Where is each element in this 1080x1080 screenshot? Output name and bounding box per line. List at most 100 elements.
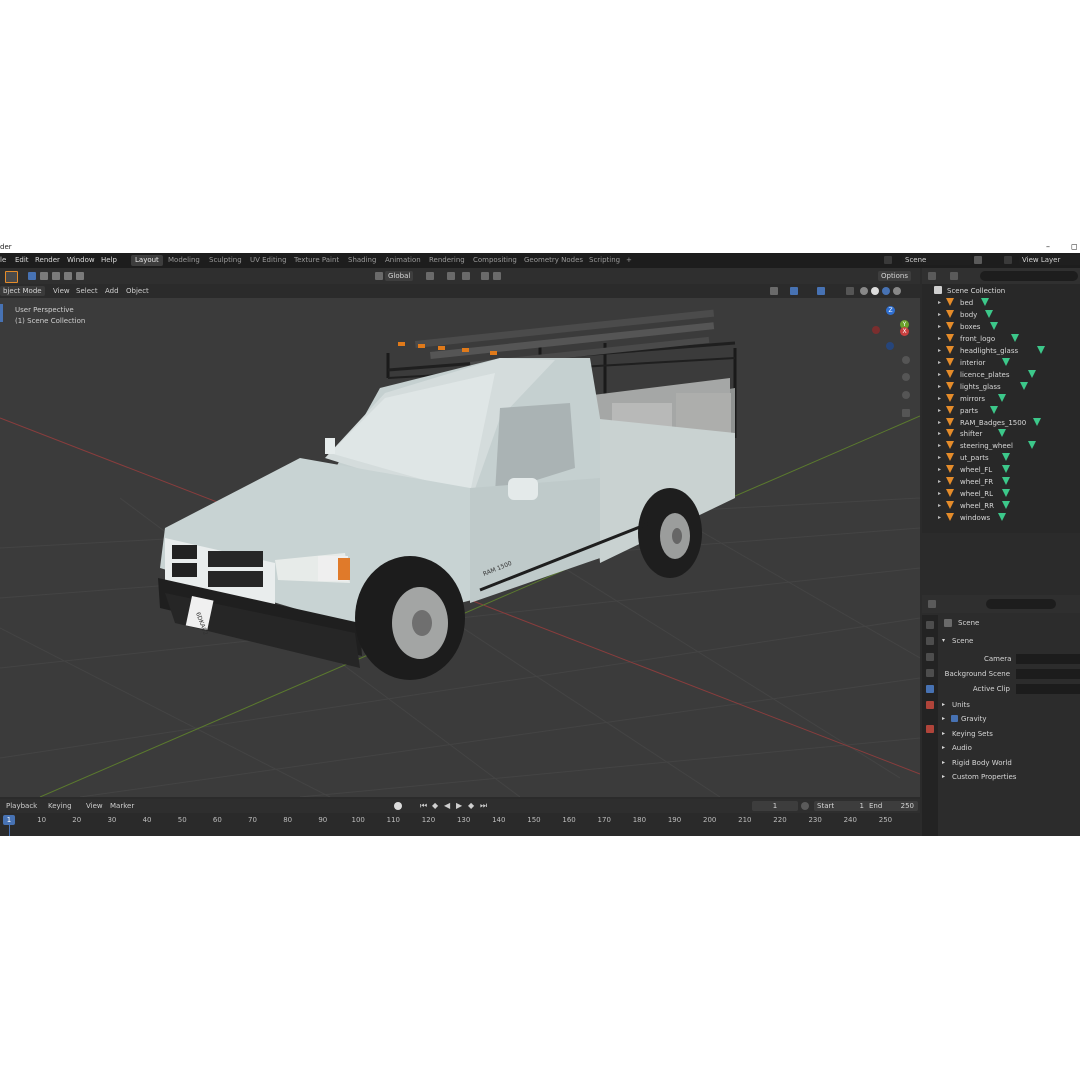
mesh-data-icon[interactable] (1032, 417, 1041, 426)
outliner-item[interactable]: ▸ body (922, 309, 1080, 321)
outliner-item[interactable]: ▸ boxes (922, 321, 1080, 333)
outliner-item[interactable]: ▸ parts (922, 405, 1080, 417)
pan-hand-icon[interactable] (902, 373, 910, 381)
tab-shading[interactable]: Shading (344, 255, 380, 266)
view-layer-tab-icon[interactable] (926, 669, 934, 677)
gizmo-neg-x[interactable] (872, 326, 880, 334)
select-mode-subtract-icon[interactable] (52, 272, 60, 280)
tab-compositing[interactable]: Compositing (469, 255, 521, 266)
timeline-menu-view[interactable]: View (86, 802, 103, 810)
proportional-edit-icon[interactable] (481, 272, 489, 280)
mesh-data-icon[interactable] (1002, 357, 1011, 366)
shading-wireframe-icon[interactable] (860, 287, 868, 295)
new-scene-icon[interactable] (974, 256, 982, 264)
gizmo-x[interactable]: X (900, 327, 909, 336)
tab-animation[interactable]: Animation (381, 255, 425, 266)
menu-select[interactable]: Select (76, 287, 98, 295)
render-tab-icon[interactable] (926, 637, 934, 645)
output-tab-icon[interactable] (926, 653, 934, 661)
clock-icon[interactable] (801, 802, 809, 810)
tab-layout[interactable]: Layout (131, 255, 163, 266)
outliner-item[interactable]: ▸ wheel_RR (922, 500, 1080, 512)
outliner-item[interactable]: ▸ bed (922, 297, 1080, 309)
play-icon[interactable]: ▶ (456, 801, 462, 810)
panel-expand-arrow-icon[interactable]: ▸ (942, 715, 945, 722)
transform-orientation-dropdown[interactable]: Global (385, 271, 414, 281)
jump-start-icon[interactable]: ⏮ (420, 801, 427, 811)
outliner-item[interactable]: ▸ wheel_FR (922, 476, 1080, 488)
outliner-item[interactable]: ▸ shifter (922, 428, 1080, 440)
end-frame-field[interactable]: End 250 (866, 801, 918, 811)
toolbar-edge[interactable] (0, 304, 3, 322)
outliner-item[interactable]: ▸ windows (922, 512, 1080, 524)
properties-search-input[interactable] (986, 599, 1056, 609)
tab-uv-editing[interactable]: UV Editing (246, 255, 291, 266)
outliner-item[interactable]: ▸ headlights_glass (922, 345, 1080, 357)
mesh-data-icon[interactable] (989, 321, 998, 330)
outliner-item[interactable]: ▸ licence_plates (922, 369, 1080, 381)
mesh-data-icon[interactable] (998, 429, 1007, 438)
outliner-item[interactable]: ▸ RAM_Badges_1500 (922, 417, 1080, 429)
snap-icon[interactable] (447, 272, 455, 280)
pivot-point-icon[interactable] (426, 272, 434, 280)
mesh-data-icon[interactable] (998, 393, 1007, 402)
tool-tab-icon[interactable] (926, 621, 934, 629)
zoom-icon[interactable] (902, 356, 910, 364)
expand-arrow-icon[interactable]: ▸ (938, 502, 941, 509)
expand-arrow-icon[interactable]: ▸ (938, 490, 941, 497)
expand-arrow-icon[interactable]: ▸ (938, 323, 941, 330)
mesh-data-icon[interactable] (998, 513, 1007, 522)
play-reverse-icon[interactable]: ◀ (444, 801, 450, 810)
3d-viewport[interactable]: 6DKA02 RAM 1500 User Perspective (1) Sce… (0, 298, 920, 797)
expand-arrow-icon[interactable]: ▸ (938, 407, 941, 414)
expand-arrow-icon[interactable]: ▸ (938, 466, 941, 473)
tab-scripting[interactable]: Scripting (585, 255, 624, 266)
mesh-data-icon[interactable] (1002, 489, 1011, 498)
navigation-gizmo[interactable]: Z Y X (868, 306, 914, 352)
expand-arrow-icon[interactable]: ▸ (938, 359, 941, 366)
menu-object[interactable]: Object (126, 287, 149, 295)
timeline-menu-playback[interactable]: Playback (6, 802, 37, 810)
scene-selector[interactable]: Scene (902, 255, 972, 265)
select-mode-intersect-icon[interactable] (76, 272, 84, 280)
gizmo-z[interactable]: Z (886, 306, 895, 315)
active-clip-field[interactable] (1016, 684, 1080, 694)
timeline-menu-marker[interactable]: Marker (110, 802, 134, 810)
jump-end-icon[interactable]: ⏭ (480, 801, 487, 811)
expand-arrow-icon[interactable]: ▸ (938, 430, 941, 437)
outliner-search-input[interactable] (980, 271, 1078, 281)
expand-arrow-icon[interactable]: ▸ (938, 371, 941, 378)
expand-arrow-icon[interactable]: ▸ (938, 335, 941, 342)
playhead[interactable]: 1 (3, 815, 15, 825)
world-tab-icon[interactable] (926, 701, 934, 709)
shading-solid-icon[interactable] (871, 287, 879, 295)
panel-expand-arrow-icon[interactable]: ▸ (942, 759, 945, 766)
menu-file[interactable]: le (0, 256, 6, 264)
mesh-data-icon[interactable] (1002, 465, 1011, 474)
scene-section-title[interactable]: Scene (952, 637, 973, 645)
outliner-item[interactable]: ▸ mirrors (922, 393, 1080, 405)
add-workspace-button[interactable]: + (622, 255, 636, 266)
properties-panel-title[interactable]: Gravity (961, 715, 987, 723)
menu-render[interactable]: Render (35, 256, 60, 264)
shading-material-icon[interactable] (882, 287, 890, 295)
camera-field[interactable] (1016, 654, 1080, 664)
background-scene-field[interactable] (1016, 669, 1080, 679)
expand-arrow-icon[interactable]: ▸ (938, 514, 941, 521)
gizmo-toggle-icon[interactable] (790, 287, 798, 295)
properties-panel-title[interactable]: Audio (952, 744, 972, 752)
mesh-data-icon[interactable] (1002, 453, 1011, 462)
falloff-icon[interactable] (493, 272, 501, 280)
mesh-data-icon[interactable] (1028, 441, 1037, 450)
editor-type-icon[interactable] (928, 600, 936, 608)
properties-panel-title[interactable]: Custom Properties (952, 773, 1016, 781)
select-mode-invert-icon[interactable] (64, 272, 72, 280)
outliner-item[interactable]: ▸ front_logo (922, 333, 1080, 345)
record-icon[interactable] (394, 802, 402, 810)
menu-window[interactable]: Window (67, 256, 95, 264)
mesh-data-icon[interactable] (980, 298, 989, 306)
outliner-item[interactable]: ▸ wheel_FL (922, 464, 1080, 476)
tab-rendering[interactable]: Rendering (425, 255, 469, 266)
gravity-checkbox[interactable] (951, 715, 958, 723)
menu-help[interactable]: Help (101, 256, 117, 264)
